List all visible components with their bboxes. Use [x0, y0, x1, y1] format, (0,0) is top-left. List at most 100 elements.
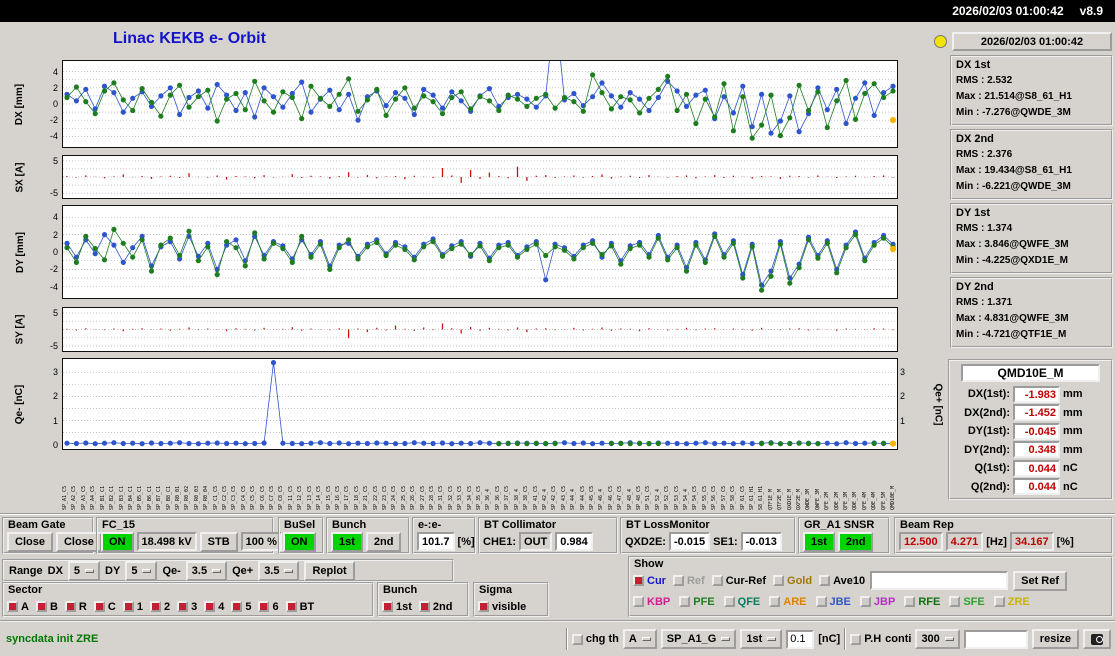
dx-plot-canvas[interactable]: [63, 61, 897, 147]
checkbox-show-are[interactable]: ARE: [769, 596, 807, 608]
checkbox-show-sfe[interactable]: SFE: [949, 596, 985, 608]
gr-a1-1st-button[interactable]: 1st: [803, 531, 835, 552]
checkbox-box[interactable]: [35, 601, 47, 612]
checkbox-show-qfe[interactable]: QFE: [723, 596, 760, 608]
conti-toggle[interactable]: conti: [885, 633, 911, 645]
busel-on-button[interactable]: ON: [283, 531, 316, 552]
checkbox-show-zre[interactable]: ZRE: [993, 596, 1030, 608]
checkbox-box[interactable]: [949, 596, 961, 607]
sx-plot[interactable]: SX [A] 5 -5: [15, 155, 898, 199]
checkbox-box[interactable]: [769, 596, 781, 607]
checkbox-show-ave10[interactable]: Ave10: [819, 575, 865, 587]
range-qe-plus-select[interactable]: 3.5: [258, 560, 300, 581]
checkbox-box[interactable]: [204, 601, 216, 612]
checkbox-sector-2[interactable]: 2: [149, 601, 170, 613]
checkbox-box[interactable]: [859, 596, 871, 607]
fc15-stb-button[interactable]: STB: [199, 531, 238, 552]
checkbox-sector-5[interactable]: 5: [231, 601, 251, 613]
checkbox-box[interactable]: [122, 601, 134, 612]
bpm-dx2-value: -1.452: [1013, 404, 1060, 422]
checkbox-box[interactable]: [904, 596, 916, 607]
checkbox-sector-r[interactable]: R: [64, 601, 87, 613]
checkbox-box[interactable]: [819, 575, 831, 586]
checkbox-show-kbp[interactable]: KBP: [633, 596, 670, 608]
camera-button[interactable]: [1083, 629, 1111, 649]
checkbox-bunch-1st[interactable]: 1st: [382, 601, 412, 613]
checkbox-show-jbp[interactable]: JBP: [859, 596, 895, 608]
sy-plot[interactable]: SY [A] 5 -5: [15, 307, 898, 352]
checkbox-show-cur-ref[interactable]: Cur-Ref: [711, 575, 766, 587]
checkbox-show-gold[interactable]: Gold: [773, 575, 812, 587]
fc15-on-button[interactable]: ON: [101, 531, 134, 552]
checkbox-box[interactable]: [723, 596, 735, 607]
checkbox-box[interactable]: [149, 601, 161, 612]
sy-plot-canvas[interactable]: [63, 308, 897, 351]
resize-button[interactable]: resize: [1031, 629, 1079, 649]
dx-plot[interactable]: DX [mm] 4 2 0 -2 -4: [15, 60, 898, 148]
checkbox-box[interactable]: [64, 601, 76, 612]
checkbox-show-jbe[interactable]: JBE: [815, 596, 851, 608]
aux-input[interactable]: [963, 629, 1028, 649]
titlebar-clock: 2026/02/03 01:00:42: [952, 4, 1064, 18]
checkbox-box[interactable]: [382, 601, 393, 612]
checkbox-sector-c[interactable]: C: [93, 601, 116, 613]
checkbox-show-rfe[interactable]: RFE: [904, 596, 940, 608]
interval-select[interactable]: 300: [915, 629, 960, 649]
checkbox-box[interactable]: [815, 596, 827, 607]
checkbox-box[interactable]: [418, 601, 430, 612]
sector-select[interactable]: A: [622, 629, 657, 649]
range-qe-minus-select[interactable]: 3.5: [185, 560, 228, 581]
stats-rms: RMS : 2.532: [956, 75, 1013, 86]
checkbox-chg-th[interactable]: chg th: [571, 633, 619, 645]
checkbox-sector-6[interactable]: 6: [258, 601, 279, 613]
bunch-2nd-button[interactable]: 2nd: [365, 531, 402, 552]
checkbox-sector-1[interactable]: 1: [122, 601, 143, 613]
checkbox-box[interactable]: [258, 601, 270, 612]
checkbox-show-cur[interactable]: Cur: [633, 575, 666, 587]
checkbox-box[interactable]: [93, 601, 105, 612]
checkbox-sector-bt[interactable]: BT: [285, 601, 314, 613]
checkbox-show-ref[interactable]: Ref: [672, 575, 705, 587]
checkbox-box[interactable]: [285, 601, 297, 612]
checkbox-box[interactable]: [231, 601, 243, 612]
checkbox-box[interactable]: [633, 596, 644, 607]
checkbox-sector-4[interactable]: 4: [204, 601, 224, 613]
sx-plot-canvas[interactable]: [63, 156, 897, 198]
beam-gate-close-1-button[interactable]: Close: [7, 531, 53, 552]
checkbox-sector-a[interactable]: A: [7, 601, 29, 613]
checkbox-box[interactable]: [672, 575, 684, 586]
checkbox-label: KBP: [647, 595, 671, 608]
checkbox-box[interactable]: [7, 601, 18, 612]
checkbox-sector-3[interactable]: 3: [177, 601, 197, 613]
checkbox-box[interactable]: [633, 575, 644, 586]
dy-plot-canvas[interactable]: [63, 206, 897, 298]
threshold-input[interactable]: [786, 629, 815, 649]
bpm-select[interactable]: SP_A1_G: [660, 629, 737, 649]
checkbox-box[interactable]: [177, 601, 189, 612]
bunch-select[interactable]: 1st: [740, 629, 783, 649]
replot-button[interactable]: Replot: [304, 560, 355, 581]
bpm-label: SP_R0_03: [193, 485, 200, 510]
checkbox-box[interactable]: [993, 596, 1005, 607]
range-dy-select[interactable]: 5: [125, 560, 158, 581]
gr-a1-2nd-button[interactable]: 2nd: [837, 531, 874, 552]
ph-box[interactable]: [850, 633, 862, 645]
checkbox-bunch-2nd[interactable]: 2nd: [418, 601, 452, 613]
checkbox-box[interactable]: [679, 596, 691, 607]
checkbox-box[interactable]: [773, 575, 785, 586]
charge-plot-canvas[interactable]: [63, 359, 897, 449]
checkbox-box[interactable]: [711, 575, 723, 586]
checkbox-show-pfe[interactable]: PFE: [679, 596, 715, 608]
bunch-1st-button[interactable]: 1st: [331, 531, 363, 552]
checkbox-box[interactable]: [478, 601, 489, 612]
charge-plot[interactable]: Qe- [nC] Qe+ [nC] 3 2 1 0 3 2 1: [15, 358, 944, 450]
set-ref-button[interactable]: Set Ref: [1013, 570, 1068, 591]
checkbox-sector-b[interactable]: B: [35, 601, 58, 613]
range-dx-select[interactable]: 5: [67, 560, 101, 581]
dy-plot[interactable]: DY [mm] 4 2 0 -2 -4: [15, 205, 898, 299]
bpm-label: SP_36_C5: [494, 485, 501, 510]
checkbox-ph[interactable]: P.H: [850, 633, 881, 645]
chg-th-box[interactable]: [571, 633, 583, 645]
checkbox-sigma-visible[interactable]: visible: [478, 601, 526, 613]
ref-input[interactable]: [870, 571, 1009, 590]
